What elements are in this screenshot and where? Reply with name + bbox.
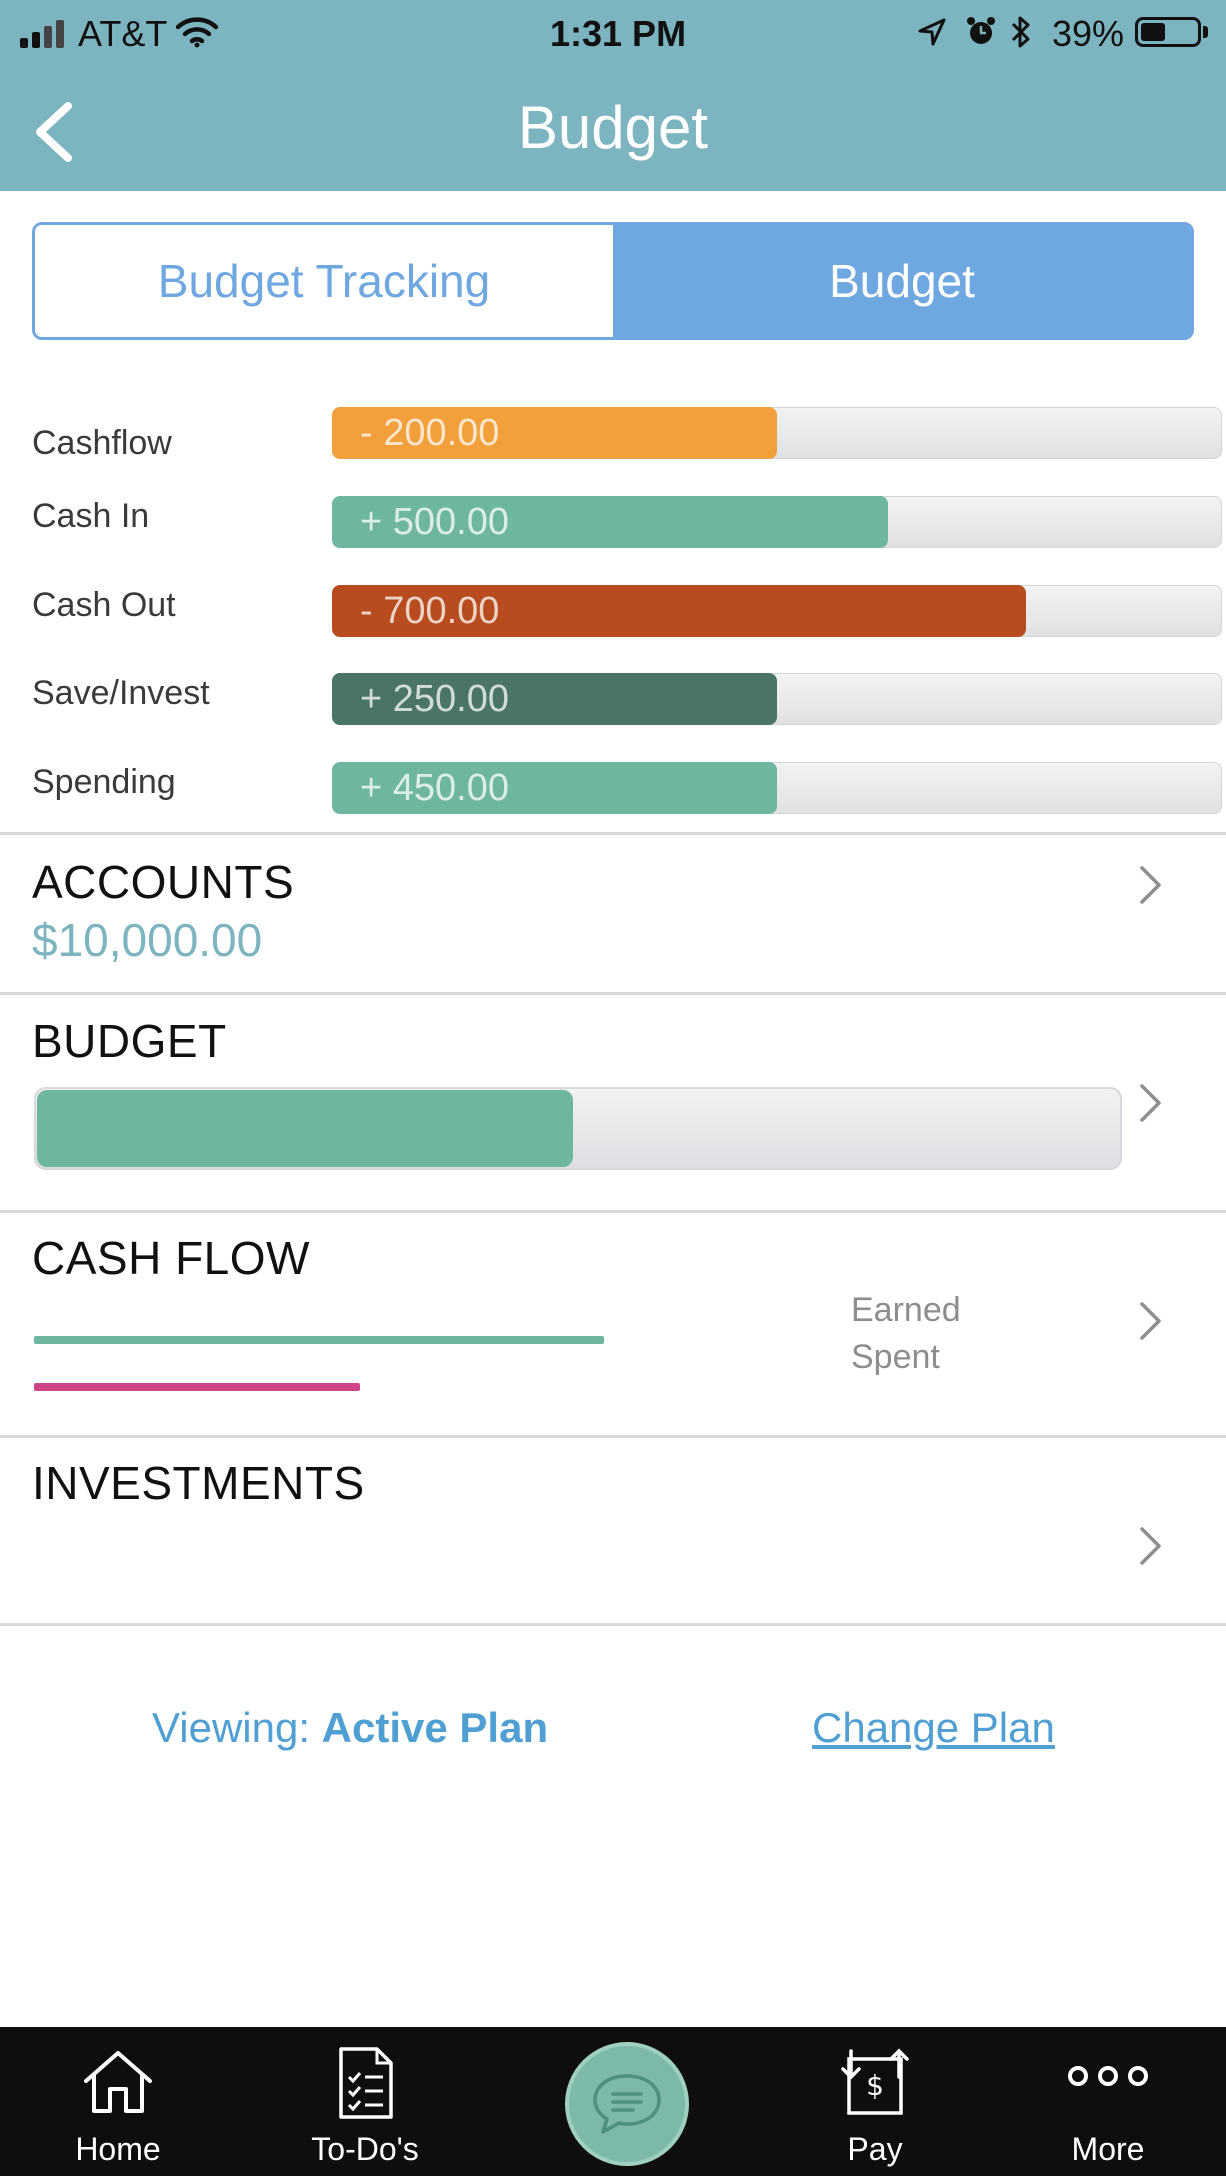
- cash-in-label: Cash In: [32, 497, 150, 535]
- save-invest-label: Save/Invest: [32, 674, 210, 712]
- wifi-icon: [176, 17, 218, 48]
- cashflow-label: Cashflow: [32, 424, 172, 462]
- tab-home-label: Home: [75, 2131, 161, 2167]
- signal-icon: [20, 20, 72, 48]
- tab-pay-label: Pay: [847, 2131, 903, 2167]
- page-title: Budget: [517, 94, 709, 161]
- spending-bar-track: + 450.00: [332, 762, 1222, 814]
- top-header: AT&T 1:31 PM 39% Budget: [0, 0, 1226, 191]
- battery-percent: 39%: [1052, 13, 1125, 54]
- spending-value: + 450.00: [360, 767, 509, 809]
- accounts-title: ACCOUNTS: [32, 856, 295, 908]
- active-plan-name: Active Plan: [321, 1704, 549, 1751]
- cash-in-value: + 500.00: [360, 501, 509, 543]
- tab-more-label: More: [1071, 2131, 1145, 2167]
- chevron-right-icon[interactable]: [1138, 1082, 1164, 1124]
- chat-button[interactable]: [565, 2042, 689, 2166]
- spent-legend: Spent: [851, 1338, 940, 1376]
- clock: 1:31 PM: [550, 13, 687, 54]
- alarm-icon: [967, 17, 995, 44]
- cash-in-bar-track: + 500.00: [332, 496, 1222, 548]
- svg-text:$: $: [866, 2069, 884, 2102]
- tab-more[interactable]: More: [1028, 2027, 1188, 2176]
- tab-budget-tracking[interactable]: Budget Tracking: [35, 225, 613, 337]
- location-icon: [918, 18, 946, 46]
- tab-budget[interactable]: Budget: [613, 225, 1191, 337]
- bluetooth-icon: [1011, 16, 1030, 48]
- checklist-icon: [339, 2047, 393, 2119]
- cashflow-bar-track: - 200.00: [332, 407, 1222, 459]
- cashflow-value: - 200.00: [360, 412, 500, 454]
- segmented-control: Budget Tracking Budget: [32, 222, 1194, 340]
- battery-cap: [1203, 26, 1208, 38]
- earned-line: [34, 1336, 604, 1344]
- tab-home[interactable]: Home: [38, 2027, 198, 2176]
- save-invest-bar-track: + 250.00: [332, 673, 1222, 725]
- investments-title: INVESTMENTS: [32, 1457, 365, 1509]
- chevron-right-icon[interactable]: [1138, 1300, 1164, 1342]
- carrier-label: AT&T: [78, 13, 168, 54]
- divider: [0, 1623, 1226, 1626]
- viewing-plan-text: Viewing: Active Plan: [152, 1700, 548, 1756]
- spent-line: [34, 1383, 360, 1391]
- cash-out-label: Cash Out: [32, 586, 176, 624]
- cash-out-value: - 700.00: [360, 590, 500, 632]
- budget-title: BUDGET: [32, 1015, 227, 1067]
- budget-progress-fill: [37, 1090, 573, 1167]
- chevron-right-icon[interactable]: [1138, 864, 1164, 906]
- spending-label: Spending: [32, 763, 176, 801]
- home-icon: [84, 2051, 152, 2113]
- earned-legend: Earned: [851, 1291, 961, 1329]
- battery-icon: [1135, 17, 1201, 47]
- viewing-label: Viewing:: [152, 1704, 310, 1751]
- tab-todos[interactable]: To-Do's: [285, 2027, 445, 2176]
- cash-flow-title: CASH FLOW: [32, 1232, 310, 1284]
- change-plan-link[interactable]: Change Plan: [812, 1700, 1055, 1756]
- more-icon: [1068, 2066, 1148, 2086]
- pay-icon: $: [841, 2048, 909, 2115]
- budget-progress-track: [34, 1087, 1122, 1170]
- chat-icon: [593, 2074, 661, 2134]
- save-invest-value: + 250.00: [360, 678, 509, 720]
- chevron-right-icon[interactable]: [1138, 1525, 1164, 1567]
- cash-out-bar-track: - 700.00: [332, 585, 1222, 637]
- accounts-amount: $10,000.00: [32, 914, 263, 966]
- tab-pay[interactable]: $ Pay: [795, 2027, 955, 2176]
- tab-todos-label: To-Do's: [311, 2131, 419, 2167]
